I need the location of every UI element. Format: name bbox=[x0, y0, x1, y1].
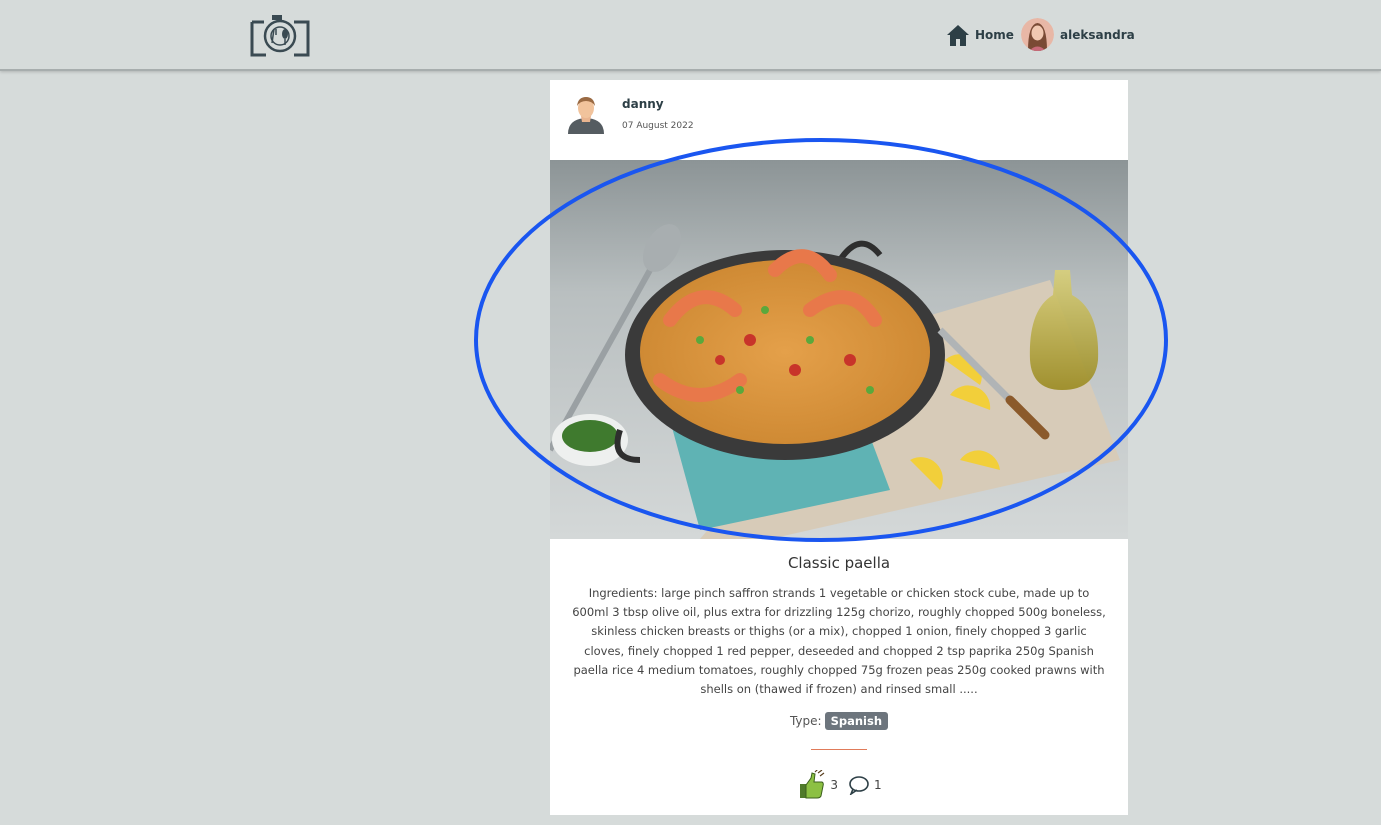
user-avatar bbox=[1021, 18, 1054, 51]
comment-button[interactable]: 1 bbox=[848, 775, 882, 795]
comment-icon bbox=[849, 776, 869, 795]
type-label: Type: bbox=[789, 714, 822, 728]
nav-home-label: Home bbox=[975, 28, 1014, 42]
comments-count: 1 bbox=[874, 778, 882, 792]
type-badge[interactable]: Spanish bbox=[824, 712, 889, 730]
camera-plate-logo-icon bbox=[250, 15, 310, 57]
nav-home-link[interactable]: Home bbox=[945, 22, 1014, 48]
paella-photo[interactable] bbox=[550, 160, 1128, 539]
divider bbox=[811, 749, 867, 750]
post-title[interactable]: Classic paella bbox=[550, 554, 1128, 572]
post-description: Ingredients: large pinch saffron strands… bbox=[572, 586, 1106, 697]
nav-user-profile[interactable]: aleksandra bbox=[1021, 18, 1135, 51]
post-type-row: Type: Spanish bbox=[550, 712, 1128, 730]
like-button[interactable]: 3 bbox=[796, 770, 838, 800]
post-date: 07 August 2022 bbox=[622, 121, 694, 131]
home-icon bbox=[947, 25, 969, 46]
author-avatar[interactable] bbox=[566, 94, 606, 134]
likes-count: 3 bbox=[830, 778, 838, 792]
nav-user-name: aleksandra bbox=[1060, 27, 1135, 42]
author-name[interactable]: danny bbox=[622, 97, 664, 111]
thumbs-up-fork-icon bbox=[800, 770, 825, 799]
post-card: danny 07 August 2022 Classic paella Ingr… bbox=[550, 80, 1128, 815]
navbar: Home aleksandra bbox=[0, 0, 1381, 71]
post-stats: 3 1 bbox=[550, 770, 1128, 800]
logo[interactable] bbox=[248, 12, 312, 58]
